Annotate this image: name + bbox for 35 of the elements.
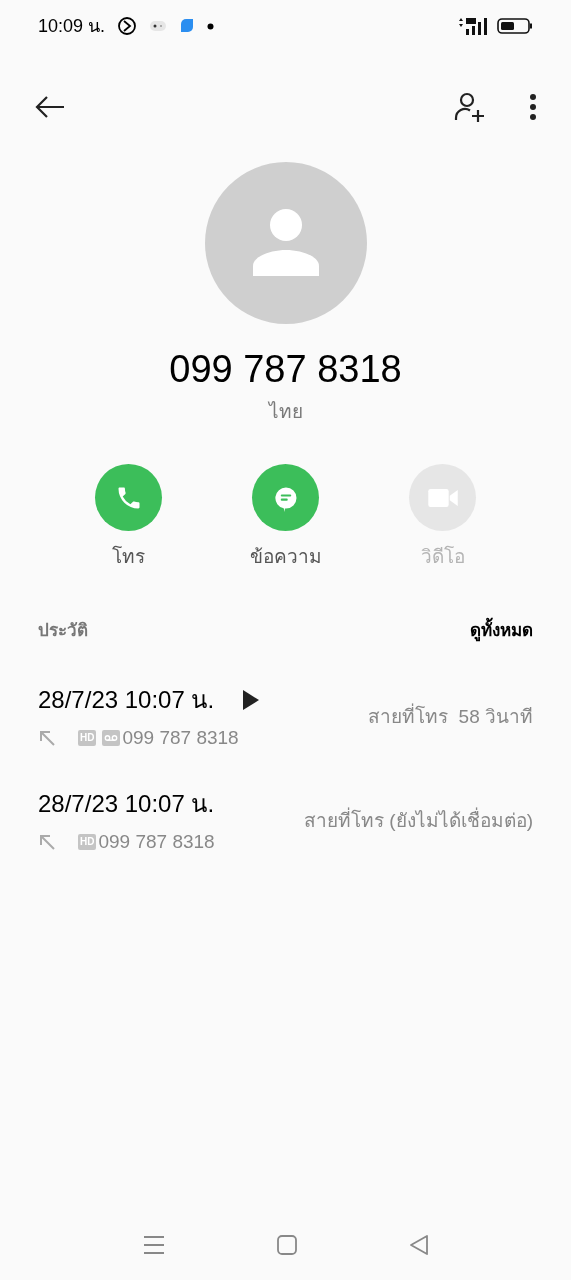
- play-recording-button[interactable]: [242, 688, 261, 711]
- gamepad-icon: [149, 19, 168, 33]
- person-icon: [250, 208, 321, 278]
- outgoing-call-arrow-icon: [38, 729, 56, 747]
- battery-icon: [497, 17, 533, 35]
- call-datetime: 28/7/23 10:07 น.: [38, 788, 215, 819]
- location: ไทย: [268, 399, 303, 424]
- more-vertical-icon: [529, 93, 537, 121]
- see-all-link[interactable]: ดูทั้งหมด: [470, 617, 533, 643]
- menu-icon: [142, 1235, 165, 1255]
- call-number: 099 787 8318: [122, 725, 239, 750]
- home-square-icon: [276, 1235, 297, 1255]
- history-title: ประวัติ: [38, 619, 88, 642]
- phone-number: 099 787 8318: [169, 347, 402, 392]
- hd-badge: HD: [78, 730, 97, 746]
- add-person-icon: [453, 90, 487, 124]
- add-contact-button[interactable]: [453, 90, 487, 124]
- signal-icon: [457, 17, 489, 35]
- play-circle-icon: [117, 16, 138, 36]
- app-icon: [179, 18, 196, 34]
- more-options-button[interactable]: [529, 93, 537, 121]
- outgoing-call-arrow-icon: [38, 833, 56, 851]
- dot-icon: [207, 22, 215, 30]
- back-arrow-icon: [34, 95, 66, 119]
- call-status: สายที่โทร 58 วินาที: [368, 702, 533, 729]
- menu-nav-button[interactable]: [142, 1235, 165, 1255]
- play-icon: [242, 688, 261, 711]
- back-triangle-icon: [408, 1234, 429, 1256]
- home-nav-button[interactable]: [276, 1235, 297, 1255]
- hd-badge: HD: [78, 834, 97, 850]
- call-number: 099 787 8318: [98, 829, 215, 854]
- status-time: 10:09 น.: [38, 14, 106, 38]
- call-status: สายที่โทร (ยังไม่ได้เชื่อมต่อ): [304, 806, 533, 833]
- call-datetime: 28/7/23 10:07 น.: [38, 684, 215, 715]
- back-nav-button[interactable]: [408, 1234, 429, 1256]
